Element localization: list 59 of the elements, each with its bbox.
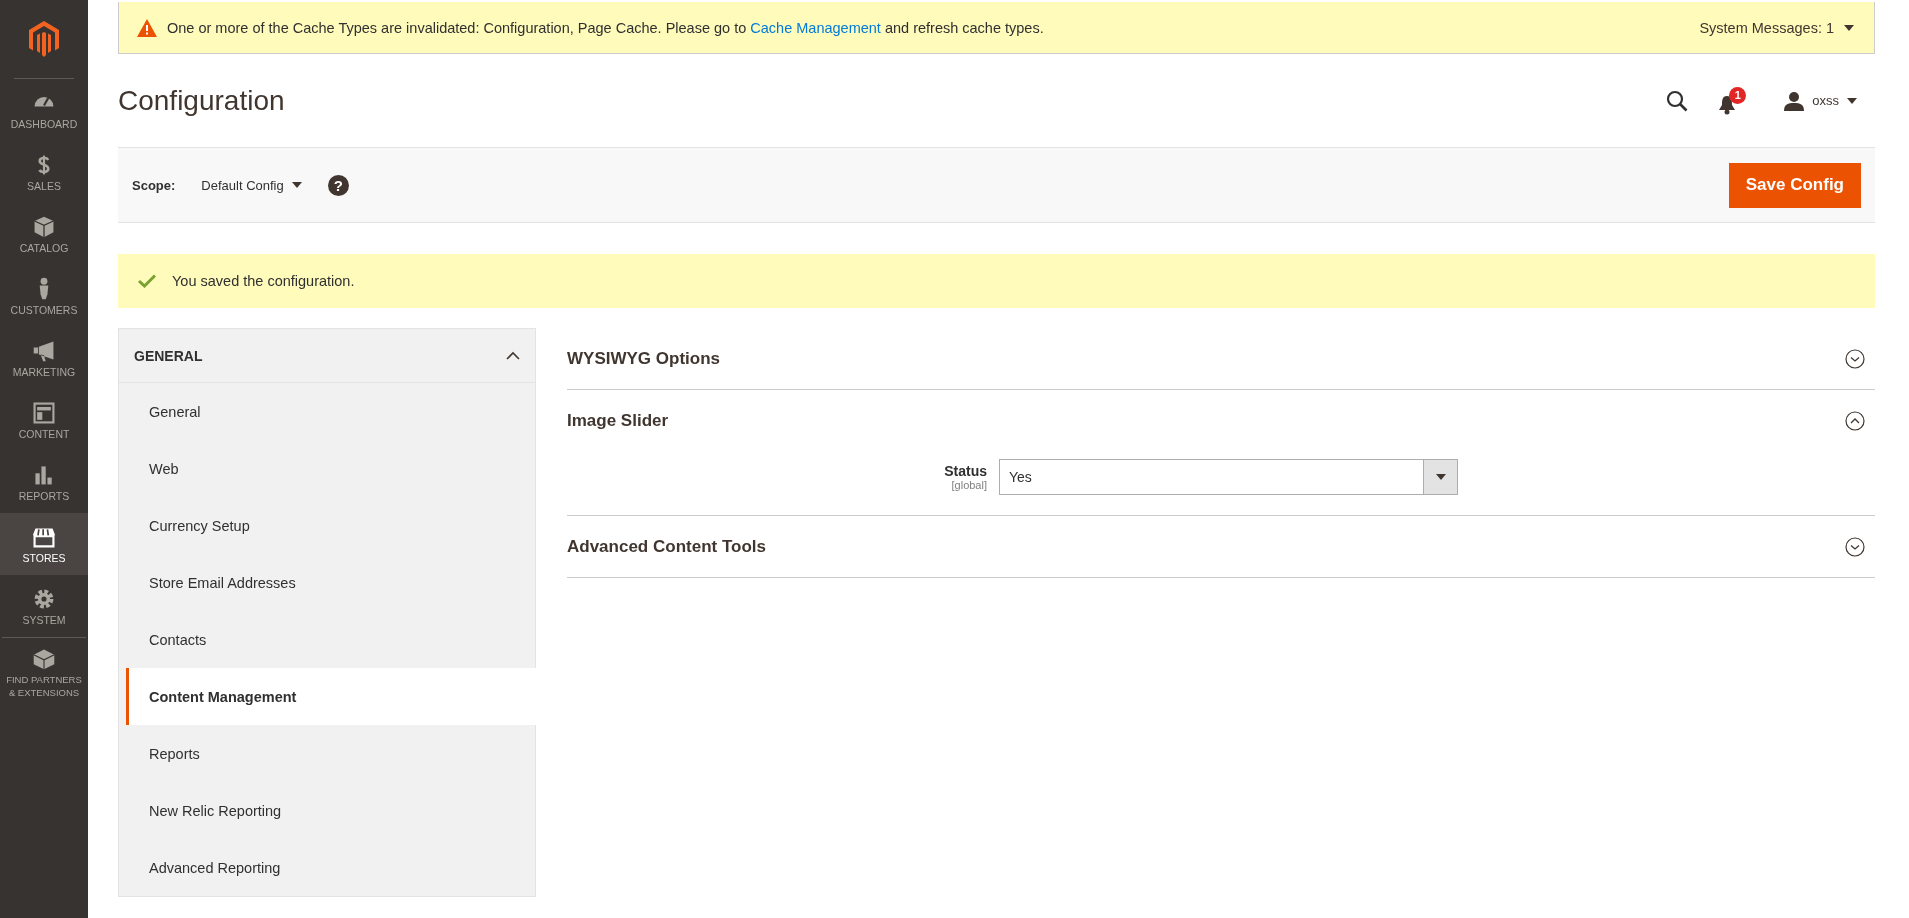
warning-icon (137, 18, 157, 37)
status-select[interactable]: Yes (999, 459, 1458, 495)
scope-label: Scope: (132, 177, 176, 193)
sidebar-item[interactable]: SYSTEM (0, 575, 88, 637)
caret-icon (1435, 474, 1446, 480)
scope-switcher[interactable]: Default Config (201, 177, 302, 193)
section-header[interactable]: Image Slider (567, 390, 1875, 451)
page-title: Configuration (118, 84, 286, 117)
field-label: Status (944, 463, 987, 479)
logo-icon[interactable] (29, 21, 59, 57)
config-nav-item[interactable]: Advanced Reporting (126, 839, 535, 896)
cache-management-link[interactable]: Cache Management (750, 19, 881, 36)
caret-icon (1844, 24, 1854, 31)
caret-icon (1847, 97, 1857, 104)
config-nav-item[interactable]: Reports (126, 725, 535, 782)
sidebar-icon (32, 214, 56, 239)
sidebar-item[interactable]: CATALOG (0, 203, 88, 265)
bell-icon (1718, 94, 1737, 115)
section-title: Image Slider (567, 410, 669, 431)
config-nav-item[interactable]: New Relic Reporting (126, 782, 535, 839)
success-message-text: You saved the configuration. (172, 273, 355, 289)
config-nav-item[interactable]: Contacts (126, 611, 535, 668)
sidebar-item[interactable]: FIND PARTNERS & EXTENSIONS (2, 637, 86, 708)
system-message-text: One or more of the Cache Types are invalidated: Configuration, Page Cache. Please go to Cache Management and refresh cache types. (167, 19, 1045, 36)
config-group-title: GENERAL (134, 347, 203, 364)
section-title: Advanced Content Tools (567, 536, 766, 557)
user-menu-button[interactable]: oxss (1778, 89, 1863, 112)
sidebar-icon (32, 400, 56, 425)
sidebar-item[interactable]: CUSTOMERS (0, 265, 88, 327)
sidebar-item[interactable]: CONTENT (0, 389, 88, 451)
section-title: WYSIWYG Options (567, 348, 720, 369)
sidebar-item[interactable]: REPORTS (0, 451, 88, 513)
save-config-button[interactable]: Save Config (1728, 162, 1861, 208)
expand-icon[interactable] (1845, 348, 1865, 369)
user-icon (1784, 90, 1805, 111)
config-nav-item[interactable]: Web (126, 440, 535, 497)
collapse-icon[interactable] (1845, 410, 1865, 431)
config-nav-item[interactable]: General (126, 383, 535, 440)
search-icon[interactable] (1666, 89, 1689, 112)
config-nav-item[interactable]: Store Email Addresses (126, 554, 535, 611)
notification-count-badge: 1 (1729, 86, 1747, 104)
caret-icon (291, 182, 302, 188)
sidebar-icon (32, 647, 56, 672)
checkmark-icon (138, 274, 156, 288)
section-header[interactable]: Advanced Content Tools (567, 516, 1875, 577)
collapse-icon (506, 351, 520, 360)
field-scope: [global] (951, 479, 987, 491)
config-nav-item[interactable]: Currency Setup (126, 497, 535, 554)
notifications-button[interactable]: 1 (1718, 86, 1749, 115)
section-header[interactable]: WYSIWYG Options (567, 328, 1875, 389)
expand-icon[interactable] (1845, 536, 1865, 557)
help-button[interactable]: ? (327, 174, 349, 196)
config-group-header[interactable]: GENERAL (119, 329, 535, 383)
sidebar-item[interactable]: STORES (0, 513, 88, 575)
sidebar-item[interactable]: DASHBOARD (0, 79, 88, 141)
sidebar-item[interactable]: MARKETING (0, 327, 88, 389)
config-nav-item[interactable]: Content Management (126, 668, 536, 725)
system-messages-button[interactable]: System Messages: 1 (1693, 18, 1860, 37)
sidebar-item[interactable]: SALES (0, 141, 88, 203)
